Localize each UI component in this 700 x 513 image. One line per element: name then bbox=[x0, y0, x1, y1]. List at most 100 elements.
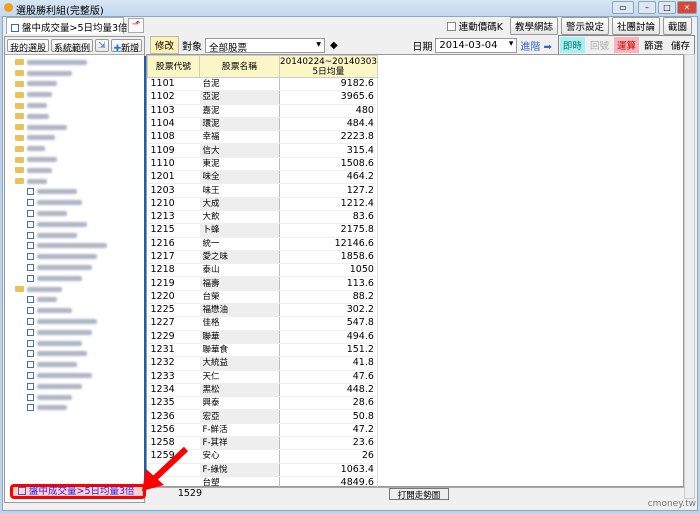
table-row[interactable]: 1225 福懋油 302.2 bbox=[147, 303, 378, 318]
filter-button[interactable]: 篩選 bbox=[641, 37, 666, 53]
restore-icon[interactable]: ▭ bbox=[612, 1, 634, 14]
tree-node[interactable] bbox=[11, 327, 144, 338]
tree-node[interactable] bbox=[11, 241, 144, 252]
table-row[interactable]: 1256 F-鮮活 47.2 bbox=[147, 423, 378, 438]
tree-node[interactable] bbox=[11, 154, 144, 165]
tree-node[interactable] bbox=[11, 284, 144, 295]
date-label: 日期 bbox=[412, 41, 433, 53]
col-header-name[interactable]: 股票名稱 bbox=[199, 55, 280, 78]
tree-node[interactable] bbox=[11, 403, 144, 414]
app-logo-icon bbox=[4, 3, 13, 12]
date-picker[interactable]: 2014-03-04 bbox=[435, 37, 518, 53]
tree-node[interactable] bbox=[11, 57, 144, 68]
tree-node[interactable] bbox=[11, 230, 144, 241]
add-button[interactable]: ✚新增 bbox=[110, 39, 143, 54]
close-button[interactable]: ✕ bbox=[677, 1, 697, 14]
tree-node[interactable] bbox=[11, 89, 144, 100]
table-row[interactable]: 1217 愛之味 1858.6 bbox=[147, 250, 378, 265]
table-row[interactable]: 1108 幸福 2223.8 bbox=[147, 130, 378, 145]
realtime-button[interactable]: 即時 bbox=[559, 37, 585, 53]
strategy-tree[interactable] bbox=[5, 55, 144, 413]
edit-button[interactable]: 修改 bbox=[150, 36, 180, 54]
table-row[interactable]: 1231 聯華食 151.2 bbox=[147, 343, 378, 358]
tree-node[interactable] bbox=[11, 262, 144, 273]
tree-node[interactable] bbox=[11, 111, 144, 122]
table-row[interactable]: 1110 東泥 1508.6 bbox=[147, 157, 378, 172]
table-row[interactable]: 1229 聯華 494.6 bbox=[147, 330, 378, 344]
table-row[interactable]: 1201 味全 464.2 bbox=[147, 170, 378, 185]
table-row[interactable]: 1213 大飲 83.6 bbox=[147, 210, 378, 225]
table-row[interactable]: 1216 統一 12146.6 bbox=[147, 237, 378, 251]
tree-node[interactable] bbox=[11, 381, 144, 392]
community-button[interactable]: 社團討論 bbox=[611, 17, 660, 35]
tree-node[interactable] bbox=[11, 187, 144, 198]
vertical-scrollbar[interactable] bbox=[684, 54, 695, 499]
table-row[interactable]: 1103 嘉泥 480 bbox=[147, 104, 378, 118]
calculate-button[interactable]: 運算 bbox=[613, 37, 639, 53]
stock-code: 1210 bbox=[147, 197, 200, 211]
tree-node[interactable] bbox=[11, 359, 144, 370]
tree-node[interactable] bbox=[11, 338, 144, 349]
blurred-label bbox=[37, 394, 72, 400]
table-row[interactable]: 1236 宏亞 50.8 bbox=[147, 409, 378, 424]
table-row[interactable]: 1215 卜蜂 2175.8 bbox=[147, 223, 378, 238]
tree-node[interactable] bbox=[11, 273, 144, 284]
tree-node[interactable] bbox=[11, 143, 144, 154]
tree-toggle-button[interactable]: ⇲ bbox=[95, 39, 109, 52]
tree-node[interactable] bbox=[11, 295, 144, 306]
stock-name: 大統益 bbox=[199, 356, 280, 371]
table-row[interactable]: 1102 亞泥 3965.6 bbox=[147, 90, 378, 105]
tree-node[interactable] bbox=[11, 79, 144, 90]
stock-name: 興泰 bbox=[199, 396, 280, 411]
tab-system-examples[interactable]: 系統範例 bbox=[51, 39, 94, 54]
tree-node[interactable] bbox=[11, 176, 144, 187]
tree-node[interactable] bbox=[11, 165, 144, 176]
open-chart-button[interactable]: 打開走勢圖 bbox=[389, 488, 449, 501]
tree-node[interactable] bbox=[11, 392, 144, 403]
table-row[interactable]: 1101 台泥 9182.6 bbox=[147, 77, 378, 92]
table-row[interactable]: 1109 信大 315.4 bbox=[147, 143, 378, 158]
table-icon bbox=[27, 220, 34, 228]
table-row[interactable]: 1232 大統益 41.8 bbox=[147, 356, 378, 371]
tree-node[interactable] bbox=[11, 349, 144, 360]
tree-node[interactable] bbox=[11, 100, 144, 111]
tree-node[interactable] bbox=[11, 316, 144, 327]
tree-node[interactable] bbox=[11, 68, 144, 79]
tree-node[interactable] bbox=[11, 370, 144, 381]
table-row[interactable]: 1219 福壽 113.6 bbox=[147, 276, 378, 291]
table-row[interactable]: 1227 佳格 547.8 bbox=[147, 316, 378, 331]
col-header-code[interactable]: 股票代號 bbox=[147, 55, 200, 78]
detach-tab-button[interactable]: ⬏ bbox=[128, 18, 144, 33]
tree-node[interactable] bbox=[11, 219, 144, 230]
table-row[interactable]: 1104 環泥 484.4 bbox=[147, 117, 378, 132]
screenshot-button[interactable]: 截圖 bbox=[662, 17, 692, 35]
blurred-label bbox=[27, 81, 57, 87]
alert-settings-button[interactable]: 警示設定 bbox=[560, 17, 609, 35]
table-row[interactable]: 1233 天仁 47.6 bbox=[147, 370, 378, 384]
tree-node[interactable] bbox=[11, 197, 144, 208]
target-select[interactable]: 全部股票 bbox=[205, 37, 326, 54]
selected-strategy[interactable]: 盤中成交量>5日均量3倍 bbox=[10, 484, 146, 499]
teaching-button[interactable]: 教學網誌 bbox=[509, 17, 558, 35]
tree-node[interactable] bbox=[11, 122, 144, 133]
tree-node[interactable] bbox=[11, 208, 144, 219]
table-row[interactable]: 1203 味王 127.2 bbox=[147, 183, 378, 198]
tab-my-stocks[interactable]: 我的選股 bbox=[7, 39, 50, 54]
table-row[interactable]: 1235 興泰 28.6 bbox=[147, 396, 378, 411]
sync-k-checkbox[interactable]: 連動價碼K bbox=[446, 19, 503, 33]
tree-node[interactable] bbox=[11, 305, 144, 316]
table-row[interactable]: 1210 大成 1212.4 bbox=[147, 197, 378, 211]
tree-node[interactable] bbox=[11, 251, 144, 262]
save-button[interactable]: 儲存 bbox=[668, 37, 693, 53]
cancel-button[interactable]: 回號 bbox=[587, 37, 612, 53]
tree-node[interactable] bbox=[11, 133, 144, 144]
maximize-button[interactable]: □ bbox=[658, 1, 676, 14]
minimize-button[interactable]: – bbox=[638, 1, 656, 14]
table-row[interactable]: 1234 黑松 448.2 bbox=[147, 383, 378, 398]
table-row[interactable]: 1220 台榮 88.2 bbox=[147, 290, 378, 305]
col-header-volume[interactable]: 20140224~20140303 5日均量 bbox=[279, 55, 378, 78]
avg-volume: 41.8 bbox=[279, 356, 378, 371]
tab-screener[interactable]: 盤中成交量>5日均量3倍 bbox=[6, 17, 128, 34]
table-row[interactable]: 1218 泰山 1050 bbox=[147, 263, 378, 278]
backtrack-link[interactable]: 進階 ➡ bbox=[520, 38, 552, 53]
